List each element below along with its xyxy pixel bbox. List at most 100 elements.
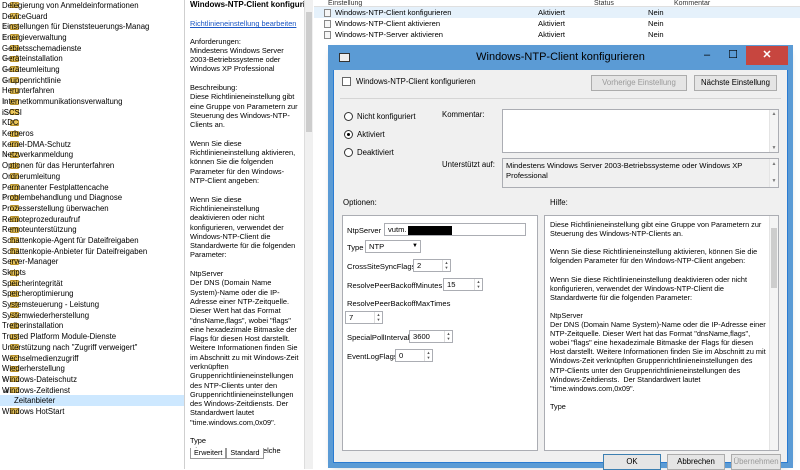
previous-setting-button[interactable]: Vorherige Einstellung	[591, 75, 687, 91]
stepper-icon[interactable]: ▲ ▼	[442, 260, 450, 271]
tree-item[interactable]: Remoteprozeduraufruf	[0, 214, 184, 225]
tree-item[interactable]: ▷ Netzwerkanmeldung	[0, 150, 184, 161]
eventlog-label: EventLogFlags	[347, 352, 398, 361]
settings-row[interactable]: Windows-NTP-Client aktivieren Aktiviert …	[314, 18, 800, 29]
ntpserver-input[interactable]: vutm.	[384, 223, 526, 236]
stepper-icon[interactable]: ▲ ▼	[374, 312, 382, 323]
tree-item[interactable]: Schattenkopie-Agent für Dateifreigaben	[0, 235, 184, 246]
tree-item[interactable]: Permanenter Festplattencache	[0, 182, 184, 193]
description-scrollbar[interactable]	[304, 0, 313, 469]
help-text: Diese Richtlinieneinstellung gibt eine G…	[550, 220, 766, 411]
radio-circle[interactable]	[344, 148, 353, 157]
tree-item[interactable]: Zeitanbieter	[0, 395, 184, 407]
tree-item[interactable]: ▷ Energieverwaltung	[0, 32, 184, 43]
resolve-maxtimes-label: ResolvePeerBackoffMaxTimes	[347, 299, 451, 308]
apply-button[interactable]: Übernehmen	[731, 454, 781, 470]
tree-item[interactable]: Delegierung von Anmeldeinformationen	[0, 0, 184, 11]
tree-item[interactable]: DeviceGuard	[0, 11, 184, 22]
tree-item-label: iSCSI	[2, 107, 22, 117]
tree-item[interactable]: Server-Manager	[0, 257, 184, 268]
settings-row[interactable]: Windows-NTP-Client konfigurieren Aktivie…	[314, 7, 800, 18]
tree-item-label: Systemsteuerung - Leistung	[2, 300, 100, 310]
tree-item[interactable]: ▷ Geräteinstallation	[0, 53, 184, 64]
tree-item[interactable]: ▷ Windows-Dateischutz	[0, 374, 184, 385]
tree-item-label: Windows-Zeitdienst	[2, 385, 71, 395]
tree-item[interactable]: Skripts	[0, 267, 184, 278]
dialog-titlebar[interactable]: Windows-NTP-Client konfigurieren – ☐ ✕	[329, 46, 792, 70]
tree-item-label: Netzwerkanmeldung	[2, 150, 74, 160]
tree-item[interactable]: Prozesserstellung überwachen	[0, 203, 184, 214]
next-setting-button[interactable]: Nächste Einstellung	[694, 75, 777, 91]
minimize-icon[interactable]: –	[694, 46, 720, 65]
radio-circle[interactable]	[344, 112, 353, 121]
ok-button[interactable]: OK	[603, 454, 661, 470]
tree-item[interactable]: Windows HotStart	[0, 406, 184, 417]
policy-dialog: Windows-NTP-Client konfigurieren – ☐ ✕ W…	[329, 46, 792, 470]
tree-item-label: Systemwiederherstellung	[2, 310, 90, 320]
tree-item[interactable]: Unterstützung nach "Zugriff verweigert"	[0, 342, 184, 353]
tree-item[interactable]: Ordnerumleitung	[0, 171, 184, 182]
tree-item[interactable]: Herunterfahren	[0, 86, 184, 97]
settings-row[interactable]: Windows-NTP-Server aktivieren Aktiviert …	[314, 29, 800, 40]
tree-item[interactable]: Remoteunterstützung	[0, 224, 184, 235]
tree-item[interactable]: Schattenkopie-Anbieter für Dateifreigabe…	[0, 246, 184, 257]
tree-item[interactable]: Trusted Platform Module-Dienste	[0, 331, 184, 342]
tree-item[interactable]: Systemwiederherstellung	[0, 310, 184, 321]
tree-item[interactable]: Optionen für das Herunterfahren	[0, 160, 184, 171]
comment-textarea[interactable]: ▲ ▼	[502, 109, 779, 153]
tree-item[interactable]: Kerberos	[0, 128, 184, 139]
tree-item[interactable]: ▷ iSCSI	[0, 107, 184, 118]
tree-item[interactable]: Speicheroptimierung	[0, 289, 184, 300]
column-setting[interactable]: Einstellung	[314, 0, 524, 7]
stepper-icon[interactable]: ▲ ▼	[474, 279, 482, 290]
maximize-icon[interactable]: ☐	[720, 46, 746, 65]
tree-item-label: KDC	[2, 118, 19, 128]
tree-item[interactable]: ◢ Windows-Zeitdienst	[0, 385, 184, 396]
tree-item[interactable]: Kernel-DMA-Schutz	[0, 139, 184, 150]
tree-item[interactable]: ▷ Geräteumleitung	[0, 64, 184, 75]
tree-item[interactable]: ▷ Internetkommunikationsverwaltung	[0, 96, 184, 107]
chevron-down-icon: ▼	[412, 243, 418, 249]
radio-disabled[interactable]: Deaktiviert	[344, 148, 394, 157]
radio-not-configured[interactable]: Nicht konfiguriert	[344, 112, 416, 121]
type-select[interactable]: NTP ▼	[365, 240, 421, 253]
help-scrollbar[interactable]	[769, 216, 778, 450]
column-comment[interactable]: Kommentar	[614, 0, 714, 7]
tree-item[interactable]: Wiederherstellung	[0, 363, 184, 374]
special-poll-input[interactable]: 3600 ▲ ▼	[409, 330, 453, 343]
stepper-icon[interactable]: ▲ ▼	[424, 350, 432, 361]
tree-item[interactable]: KDC	[0, 118, 184, 129]
tree-item-label: Geräteinstallation	[2, 54, 63, 64]
setting-icon	[324, 19, 331, 28]
tree-item[interactable]: Treiberinstallation	[0, 321, 184, 332]
policy-tree[interactable]: Delegierung von Anmeldeinformationen Devi…	[0, 0, 185, 469]
tree-item[interactable]: Speicherintegrität	[0, 278, 184, 289]
tree-item[interactable]: Gebietsschemadienste	[0, 43, 184, 54]
column-status[interactable]: Status	[524, 0, 614, 7]
tree-item-label: Windows HotStart	[2, 406, 65, 416]
edit-policy-link[interactable]: Richtlinieneinstellung bearbeiten	[186, 19, 304, 28]
close-icon[interactable]: ✕	[746, 46, 788, 65]
tree-item[interactable]: ▷ Einstellungen für Dienststeuerungs-Mana…	[0, 21, 184, 32]
tab-extended[interactable]: Erweitert	[190, 448, 227, 459]
options-panel: NtpServer vutm. Type NTP ▼ CrossSiteSync…	[342, 215, 538, 451]
eventlog-input[interactable]: 0 ▲ ▼	[395, 349, 433, 362]
dialog-header-label: Windows-NTP-Client konfigurieren	[356, 77, 476, 86]
tree-item[interactable]: ▷ Gruppenrichtlinie	[0, 75, 184, 86]
cancel-button[interactable]: Abbrechen	[667, 454, 725, 470]
tree-item-label: DeviceGuard	[2, 11, 48, 21]
divider	[340, 98, 781, 99]
resolve-minutes-input[interactable]: 15 ▲ ▼	[443, 278, 483, 291]
tree-item[interactable]: Systemsteuerung - Leistung	[0, 299, 184, 310]
radio-enabled[interactable]: Aktiviert	[344, 130, 385, 139]
radio-circle[interactable]	[344, 130, 353, 139]
tree-item-label: Speicherintegrität	[2, 278, 63, 288]
tab-standard[interactable]: Standard	[226, 448, 264, 459]
comment-label: Kommentar:	[442, 110, 485, 119]
tree-item[interactable]: Wechselmedienzugriff	[0, 353, 184, 364]
tree-item-label: Unterstützung nach "Zugriff verweigert"	[2, 342, 138, 352]
crosssite-input[interactable]: 2 ▲ ▼	[413, 259, 451, 272]
tree-item[interactable]: ▷ Problembehandlung und Diagnose	[0, 192, 184, 203]
resolve-maxtimes-input[interactable]: 7 ▲ ▼	[345, 311, 383, 324]
stepper-icon[interactable]: ▲ ▼	[444, 331, 452, 342]
